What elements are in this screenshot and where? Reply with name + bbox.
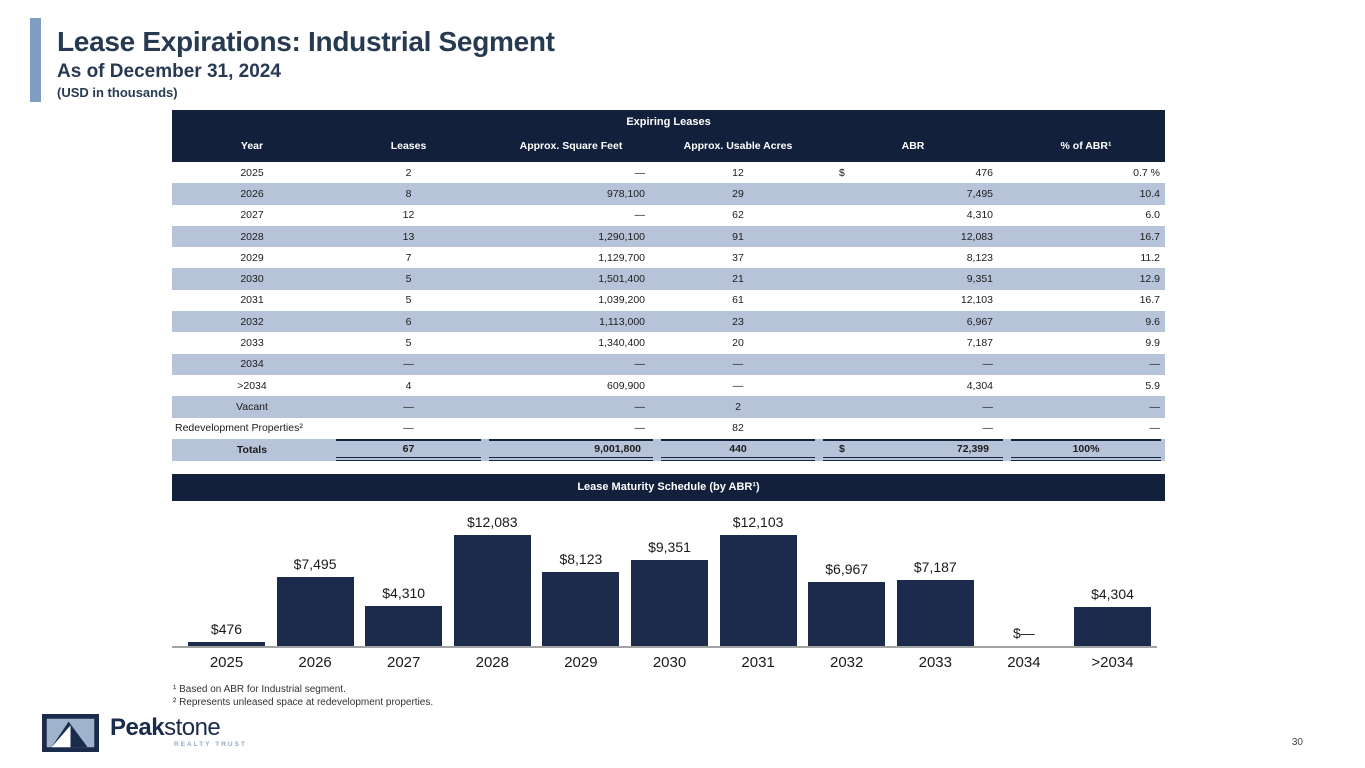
- footnotes: ¹ Based on ABR for Industrial segment. ²…: [173, 684, 433, 709]
- table-row: 203151,039,2006112,10316.7: [172, 290, 1165, 311]
- table-row: 20268978,100297,49510.4: [172, 183, 1165, 204]
- column-header-abr: ABR: [819, 140, 1007, 152]
- table-column-headers: Year Leases Approx. Square Feet Approx. …: [172, 128, 1165, 158]
- page-subtitle: As of December 31, 2024: [57, 61, 281, 83]
- totals-row: Totals679,001,800440$72,399100%: [172, 439, 1165, 461]
- x-axis-label: 2028: [448, 654, 536, 671]
- table-row: 2028131,290,1009112,08316.7: [172, 226, 1165, 247]
- bar-2033: [897, 580, 974, 646]
- column-header-pct-of-abr: % of ABR¹: [1007, 140, 1165, 152]
- column-header-sqft: Approx. Square Feet: [485, 140, 657, 152]
- bar-value-label: $12,083: [432, 514, 552, 530]
- x-axis-label: 2033: [891, 654, 979, 671]
- title-accent-bar: [30, 18, 41, 102]
- table-row: >20344609,900—4,3045.9: [172, 375, 1165, 396]
- peakstone-logo: Peakstone REALTY TRUST: [42, 714, 247, 752]
- table-row: 202712—624,3106.0: [172, 205, 1165, 226]
- table-row: 2034—————: [172, 354, 1165, 375]
- table-row: 203351,340,400207,1879.9: [172, 332, 1165, 353]
- logo-tagline: REALTY TRUST: [174, 741, 247, 748]
- chart-header: Lease Maturity Schedule (by ABR¹): [172, 474, 1165, 501]
- table-row: 203261,113,000236,9679.6: [172, 311, 1165, 332]
- table-body: 20252—12$4760.7 %20268978,100297,49510.4…: [172, 162, 1165, 461]
- x-axis-label: 2031: [714, 654, 802, 671]
- x-axis-line: [172, 646, 1157, 648]
- bar-value-label: $7,187: [875, 559, 995, 575]
- bar-2027: [365, 606, 442, 646]
- column-header-year: Year: [172, 140, 332, 152]
- bar-2025: [188, 642, 265, 646]
- bar-2032: [808, 582, 885, 646]
- footnote-1: ¹ Based on ABR for Industrial segment.: [173, 684, 433, 697]
- table-row: 20252—12$4760.7 %: [172, 162, 1165, 183]
- logo-word-stone: stone: [164, 714, 220, 741]
- page-title: Lease Expirations: Industrial Segment: [57, 26, 555, 58]
- x-axis-label: 2026: [271, 654, 359, 671]
- bar-value-label: $12,103: [698, 514, 818, 530]
- logo-mark-icon: [42, 714, 99, 752]
- table-row: Redevelopment Properties²——82——: [172, 418, 1165, 439]
- dollar-sign: $: [839, 443, 845, 455]
- x-axis-label: 2029: [537, 654, 625, 671]
- x-axis-label: 2030: [626, 654, 714, 671]
- bar-2028: [454, 535, 531, 646]
- x-axis-label: 2032: [803, 654, 891, 671]
- dollar-sign: $: [839, 167, 845, 179]
- table-header: Expiring Leases Year Leases Approx. Squa…: [172, 110, 1165, 162]
- x-axis-label: 2025: [183, 654, 271, 671]
- table-group-header: Expiring Leases: [172, 110, 1165, 128]
- x-axis-labels: 2025202620272028202920302031203220332034…: [172, 654, 1165, 674]
- expiring-leases-table: Expiring Leases Year Leases Approx. Squa…: [172, 110, 1165, 461]
- bar-2031: [720, 535, 797, 646]
- page-number: 30: [1292, 737, 1303, 748]
- logo-wordmark: Peakstone REALTY TRUST: [110, 716, 247, 748]
- bar-value-label: $4,304: [1053, 586, 1173, 602]
- bar-value-label: $9,351: [610, 539, 730, 555]
- table-row: Vacant——2——: [172, 396, 1165, 417]
- bar-2030: [631, 560, 708, 646]
- column-header-leases: Leases: [332, 140, 485, 152]
- bar-value-label: $7,495: [255, 556, 375, 572]
- footnote-2: ² Represents unleased space at redevelop…: [173, 697, 433, 710]
- x-axis-label: 2034: [980, 654, 1068, 671]
- bar-value-label: $—: [964, 625, 1084, 641]
- x-axis-label: 2027: [360, 654, 448, 671]
- column-header-acres: Approx. Usable Acres: [657, 140, 819, 152]
- bar-value-label: $4,310: [344, 585, 464, 601]
- units-note: (USD in thousands): [57, 85, 178, 100]
- table-row: 202971,129,700378,12311.2: [172, 247, 1165, 268]
- bar-value-label: $476: [167, 621, 287, 637]
- bar-2026: [277, 577, 354, 646]
- bar-chart: $476$7,495$4,310$12,083$8,123$9,351$12,1…: [172, 501, 1165, 648]
- bar->2034: [1074, 607, 1151, 646]
- bar-2029: [542, 572, 619, 646]
- x-axis-label: >2034: [1069, 654, 1157, 671]
- slide: Lease Expirations: Industrial Segment As…: [0, 0, 1365, 768]
- logo-word-peak: Peak: [110, 714, 164, 741]
- table-row: 203051,501,400219,35112.9: [172, 268, 1165, 289]
